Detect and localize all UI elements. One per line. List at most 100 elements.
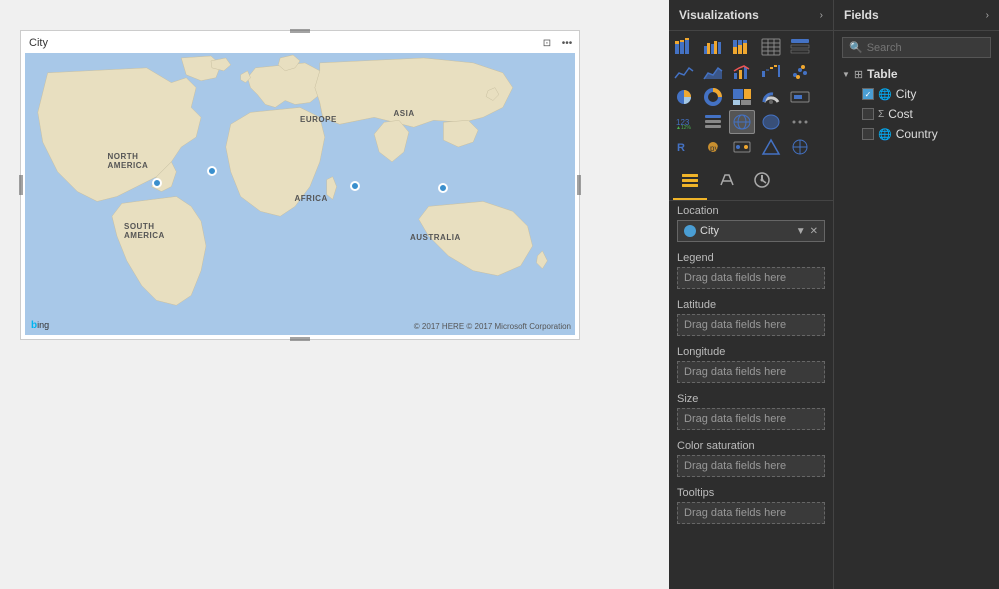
latitude-label: Latitude bbox=[677, 299, 825, 311]
visual-container: City ⊡ ••• bbox=[20, 30, 580, 340]
field-item-city[interactable]: ✓ 🌐 City bbox=[858, 84, 995, 104]
resize-handle-bottom[interactable] bbox=[290, 337, 310, 341]
viz-panel-title: Visualizations bbox=[679, 8, 759, 22]
region-asia: ASIA bbox=[394, 109, 415, 118]
map-dot-4[interactable] bbox=[438, 183, 448, 193]
viz-icon-area[interactable] bbox=[700, 60, 726, 84]
viz-icon-treemap[interactable] bbox=[729, 85, 755, 109]
map-dot-3[interactable] bbox=[350, 181, 360, 191]
viz-icon-map[interactable] bbox=[729, 110, 755, 134]
viz-icon-stacked-bar[interactable] bbox=[671, 35, 697, 59]
viz-icon-table-vis[interactable] bbox=[758, 35, 784, 59]
tooltips-label: Tooltips bbox=[677, 487, 825, 499]
viz-panel: Visualizations › bbox=[669, 0, 834, 589]
size-label: Size bbox=[677, 393, 825, 405]
viz-tab-fields[interactable] bbox=[673, 167, 707, 200]
city-tag-remove[interactable]: ✕ bbox=[810, 226, 818, 237]
visual-title: City bbox=[29, 37, 48, 49]
map-dot-2[interactable] bbox=[207, 166, 217, 176]
viz-icon-kpi[interactable]: 123▲12% bbox=[671, 110, 697, 134]
search-icon: 🔍 bbox=[849, 41, 863, 54]
viz-icon-clustered-bar[interactable] bbox=[700, 35, 726, 59]
legend-drop-zone[interactable]: Drag data fields here bbox=[677, 267, 825, 289]
cost-checkbox[interactable] bbox=[862, 108, 874, 120]
fields-panel-header: Fields › bbox=[834, 0, 999, 31]
color-sat-label: Color saturation bbox=[677, 440, 825, 452]
cost-sigma-icon: Σ bbox=[878, 109, 884, 120]
longitude-drop-zone[interactable]: Drag data fields here bbox=[677, 361, 825, 383]
size-section: Size Drag data fields here bbox=[669, 389, 833, 436]
viz-icon-line[interactable] bbox=[671, 60, 697, 84]
region-north-america: NORTHAMERICA bbox=[108, 152, 149, 170]
svg-text:py: py bbox=[710, 144, 718, 153]
viz-icon-custom3[interactable] bbox=[787, 135, 813, 159]
bing-logo: bing bbox=[31, 320, 49, 331]
city-checkbox[interactable]: ✓ bbox=[862, 88, 874, 100]
location-section: Location City ▼ ✕ bbox=[669, 201, 833, 248]
table-grid-icon: ⊞ bbox=[854, 68, 863, 81]
country-checkbox[interactable] bbox=[862, 128, 874, 140]
location-label: Location bbox=[677, 205, 825, 217]
viz-icon-custom2[interactable] bbox=[758, 135, 784, 159]
viz-icon-pie[interactable] bbox=[671, 85, 697, 109]
field-name-cost: Cost bbox=[888, 107, 913, 121]
longitude-label: Longitude bbox=[677, 346, 825, 358]
legend-section: Legend Drag data fields here bbox=[669, 248, 833, 295]
viz-icon-slicer[interactable] bbox=[700, 110, 726, 134]
city-tag-globe-icon bbox=[684, 225, 696, 237]
color-sat-section: Color saturation Drag data fields here bbox=[669, 436, 833, 483]
field-name-city: City bbox=[896, 87, 917, 101]
viz-tabs bbox=[669, 163, 833, 201]
color-sat-drop-zone[interactable]: Drag data fields here bbox=[677, 455, 825, 477]
viz-icon-filled-map[interactable] bbox=[758, 110, 784, 134]
viz-tab-format[interactable] bbox=[709, 167, 743, 200]
table-header[interactable]: ▼ ⊞ Table bbox=[838, 64, 995, 84]
fields-panel-title: Fields bbox=[844, 8, 879, 22]
viz-icon-card[interactable] bbox=[787, 85, 813, 109]
viz-icon-donut[interactable] bbox=[700, 85, 726, 109]
expand-icon: ▼ bbox=[842, 70, 850, 79]
resize-handle-right[interactable] bbox=[577, 175, 581, 195]
viz-icon-waterfall[interactable] bbox=[758, 60, 784, 84]
resize-handle-left[interactable] bbox=[19, 175, 23, 195]
viz-icon-matrix[interactable] bbox=[787, 35, 813, 59]
search-input[interactable] bbox=[867, 42, 984, 54]
viz-icon-gauge[interactable] bbox=[758, 85, 784, 109]
viz-icon-custom1[interactable] bbox=[729, 135, 755, 159]
resize-handle-top[interactable] bbox=[290, 29, 310, 33]
viz-icon-100pct[interactable] bbox=[729, 35, 755, 59]
city-field-tag[interactable]: City ▼ ✕ bbox=[677, 220, 825, 242]
city-tag-dropdown[interactable]: ▼ bbox=[796, 226, 806, 237]
viz-icon-line-cluster[interactable] bbox=[729, 60, 755, 84]
fields-search-box[interactable]: 🔍 bbox=[842, 37, 991, 58]
latitude-drop-zone[interactable]: Drag data fields here bbox=[677, 314, 825, 336]
viz-icon-scatter[interactable] bbox=[787, 60, 813, 84]
table-name: Table bbox=[867, 67, 897, 81]
map-dot-1[interactable] bbox=[152, 178, 162, 188]
country-globe-icon: 🌐 bbox=[878, 128, 892, 141]
field-item-cost[interactable]: Σ Cost bbox=[858, 104, 995, 124]
svg-text:▲12%: ▲12% bbox=[676, 125, 692, 131]
focus-mode-button[interactable]: ⊡ bbox=[539, 35, 555, 51]
field-item-country[interactable]: 🌐 Country bbox=[858, 124, 995, 144]
viz-panel-arrow[interactable]: › bbox=[820, 10, 823, 21]
svg-text:R: R bbox=[677, 142, 685, 154]
viz-tab-analytics[interactable] bbox=[745, 167, 779, 200]
tooltips-section: Tooltips Drag data fields here bbox=[669, 483, 833, 530]
more-options-button[interactable]: ••• bbox=[559, 35, 575, 51]
field-name-country: Country bbox=[896, 127, 938, 141]
right-panel: Visualizations › bbox=[669, 0, 999, 589]
region-europe: EUROPE bbox=[300, 115, 337, 124]
fields-panel-arrow[interactable]: › bbox=[986, 10, 989, 21]
panels-container: Visualizations › bbox=[669, 0, 999, 589]
city-globe-icon: 🌐 bbox=[878, 88, 892, 101]
region-africa: AFRICA bbox=[295, 194, 328, 203]
viz-icon-r-visual[interactable]: R bbox=[671, 135, 697, 159]
viz-icon-more[interactable] bbox=[787, 110, 813, 134]
viz-panel-header: Visualizations › bbox=[669, 0, 833, 31]
region-australia: AUSTRALIA bbox=[410, 233, 461, 242]
tooltips-drop-zone[interactable]: Drag data fields here bbox=[677, 502, 825, 524]
size-drop-zone[interactable]: Drag data fields here bbox=[677, 408, 825, 430]
longitude-section: Longitude Drag data fields here bbox=[669, 342, 833, 389]
viz-icon-python-visual[interactable]: py bbox=[700, 135, 726, 159]
